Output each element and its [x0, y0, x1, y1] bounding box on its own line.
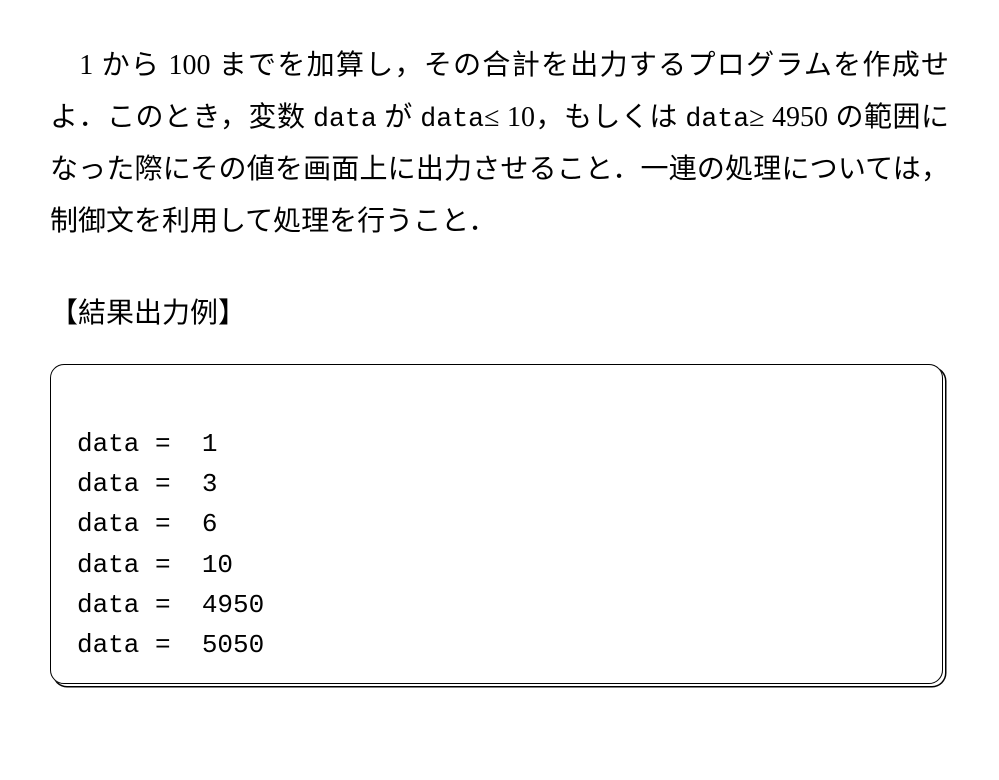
output-line: data = 3 [77, 469, 217, 499]
code-inline: data [420, 104, 484, 134]
output-line: data = 4950 [77, 590, 264, 620]
problem-statement: 1 から 100 までを加算し，その合計を出力するプログラムを作成せよ．このとき… [50, 40, 949, 248]
output-line: data = 6 [77, 509, 217, 539]
code-inline: data [313, 104, 377, 134]
example-output-heading: 【結果出力例】 [50, 288, 949, 340]
output-line: data = 5050 [77, 630, 264, 660]
output-line: data = 10 [77, 550, 233, 580]
example-output-box: data = 1 data = 3 data = 6 data = 10 dat… [50, 364, 943, 684]
code-inline: data [685, 104, 749, 134]
text-segment: ≤ 10，もしくは [484, 102, 685, 133]
text-segment: が [377, 102, 420, 133]
output-line: data = 1 [77, 429, 217, 459]
